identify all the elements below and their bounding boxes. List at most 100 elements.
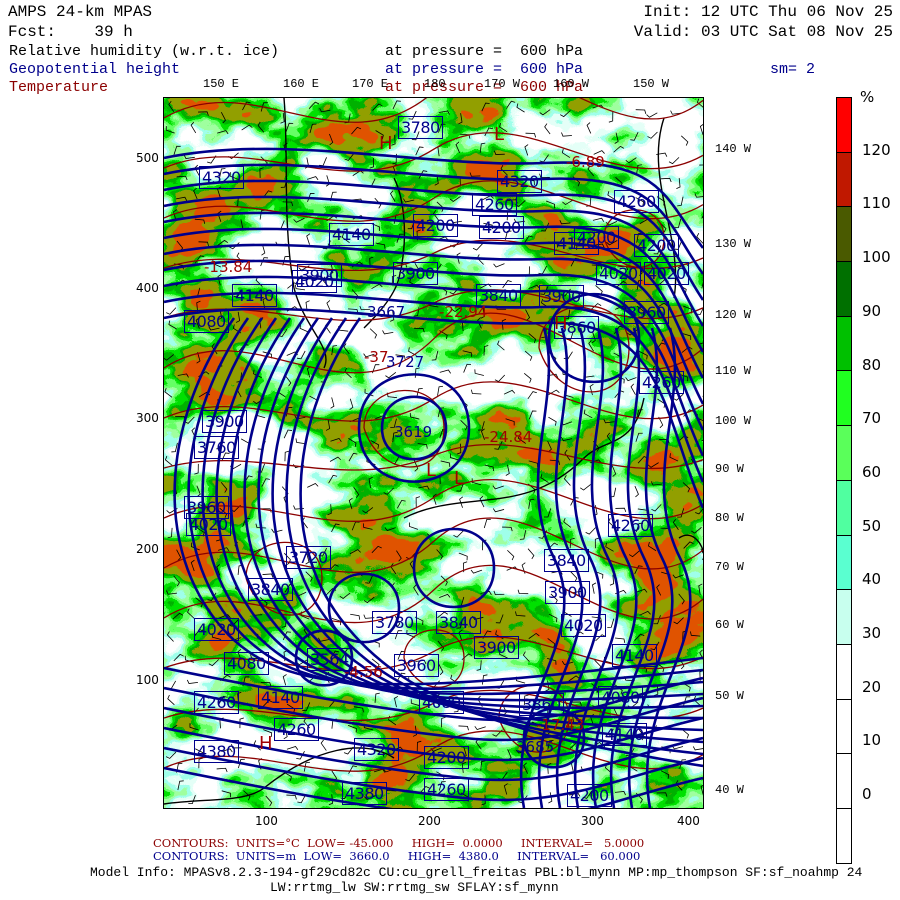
- height-contour-label: 3860: [519, 693, 564, 716]
- center-value-label: 3727: [386, 353, 425, 371]
- lon-label-right: 120 W: [715, 308, 752, 322]
- colorbar-swatch: [836, 425, 852, 480]
- center-value-label: 3685: [516, 738, 555, 756]
- height-contour-label: 4020: [561, 614, 606, 637]
- height-contour-label: 4320: [354, 738, 399, 761]
- weather-map: 4320 4320 4260 4260 4200 4140 4200 4140 4200 4020…: [163, 68, 715, 822]
- pressure-center-marker: H: [379, 133, 393, 154]
- smoothing-label: sm= 2: [770, 61, 816, 78]
- lon-label-right: 40 W: [715, 783, 744, 797]
- lon-label-top: 150 E: [203, 77, 240, 91]
- lon-label-top: 170 W: [484, 77, 521, 91]
- height-contour-label: 4380: [342, 782, 387, 805]
- height-contour-label: 4260: [472, 193, 517, 216]
- y-tick-label: 200: [136, 542, 159, 556]
- field-rh-name: Relative humidity (w.r.t. ice): [9, 43, 280, 60]
- height-contour-label: 4320: [497, 170, 542, 193]
- temperature-label: -6.89: [566, 153, 605, 171]
- x-tick-label: 100: [255, 814, 278, 828]
- colorbar-label: 70: [862, 409, 882, 428]
- height-contour-label: 3840: [436, 611, 481, 634]
- height-contour-label: 3900: [474, 636, 519, 659]
- lon-label-right: 110 W: [715, 364, 752, 378]
- colorbar-label: 0: [862, 785, 872, 804]
- lon-label-top: 150 W: [633, 77, 670, 91]
- colorbar-swatch: [836, 589, 852, 644]
- colorbar-label: 50: [862, 516, 882, 535]
- init-time: Init: 12 UTC Thu 06 Nov 25: [643, 3, 893, 21]
- y-tick-label: 400: [136, 281, 159, 295]
- height-contour-label: 4260: [608, 514, 653, 537]
- model-info-line2: LW:rrtmg_lw SW:rrtmg_sw SFLAY:sf_mynn: [270, 880, 559, 895]
- lon-label-top: 180: [424, 77, 446, 91]
- lon-label-right: 140 W: [715, 142, 752, 156]
- height-contour-label: 4380: [194, 740, 239, 763]
- temperature-label: -22.94: [439, 303, 488, 321]
- height-contour-label: 3760: [194, 436, 239, 459]
- colorbar-label: 120: [862, 140, 891, 159]
- height-contour-label: 4020: [186, 513, 231, 536]
- temperature-label: -17.43: [536, 716, 585, 734]
- height-contour-label: 4260: [194, 691, 239, 714]
- height-contour-label: 4140: [258, 686, 303, 709]
- height-contour-label: 4140: [612, 644, 657, 667]
- lon-label-top: 170 E: [352, 77, 389, 91]
- height-contour-label: 4200: [634, 234, 679, 257]
- lon-label-top: 160 E: [283, 77, 320, 91]
- height-contour-label: 4020: [644, 262, 689, 285]
- colorbar-swatch: [836, 753, 852, 808]
- temperature-contour-info: CONTOURS: UNITS=°C LOW= -45.000 HIGH= 0.…: [153, 836, 645, 850]
- colorbar-label: 40: [862, 570, 882, 589]
- colorbar-label: 90: [862, 301, 882, 320]
- height-contour-label: 3840: [248, 578, 293, 601]
- model-title: AMPS 24-km MPAS: [8, 3, 153, 21]
- height-contour-label: 3900: [393, 262, 438, 285]
- pressure-center-marker: H: [554, 313, 568, 334]
- field-height-name: Geopotential height: [9, 61, 181, 78]
- height-contour-label: 4080: [184, 310, 229, 333]
- y-tick-label: 500: [136, 151, 159, 165]
- colorbar-label: 60: [862, 462, 882, 481]
- height-contour-label: 4080: [419, 691, 464, 714]
- center-value-label: 3667: [367, 303, 406, 321]
- temperature-label: -37: [364, 348, 389, 366]
- colorbar-swatch: [836, 643, 852, 699]
- colorbar-label: 20: [862, 677, 882, 696]
- height-contour-label: 4200: [424, 746, 469, 769]
- height-contour-info: CONTOURS: UNITS=m LOW= 3660.0 HIGH= 4380…: [153, 849, 641, 863]
- height-contour-label: 4140: [329, 223, 374, 246]
- height-contour-label: 4020: [596, 262, 641, 285]
- lon-label-right: 100 W: [715, 414, 752, 428]
- height-contour-label: 3960: [394, 654, 439, 677]
- x-tick-label: 300: [581, 814, 604, 828]
- height-contour-label: 4020: [194, 618, 239, 641]
- height-contour-label: 4260: [614, 190, 659, 213]
- colorbar-label: 100: [862, 248, 891, 267]
- colorbar-swatch: [836, 698, 852, 754]
- field-rh-level: at pressure = 600 hPa: [385, 43, 584, 60]
- colorbar-label: 80: [862, 355, 882, 374]
- pressure-center-marker: L: [454, 468, 465, 489]
- x-tick-label: 200: [418, 814, 441, 828]
- lon-label-right: 90 W: [715, 462, 744, 476]
- lon-label-right: 80 W: [715, 511, 744, 525]
- colorbar-swatch: [836, 534, 852, 590]
- height-contour-label: 4140: [232, 284, 277, 307]
- colorbar-swatch: [836, 479, 852, 535]
- height-contour-label: 3840: [544, 549, 589, 572]
- lon-label-top: 160 W: [553, 77, 590, 91]
- height-contour-label: 4200: [567, 784, 612, 807]
- model-info-line1: Model Info: MPASv8.2.3-194-gf29cd82c CU:…: [90, 865, 863, 880]
- field-height-level: at pressure = 600 hPa: [385, 61, 584, 78]
- x-tick-label: 400: [677, 814, 700, 828]
- height-contour-label: 3960: [624, 301, 669, 324]
- y-tick-label: 300: [136, 411, 159, 425]
- height-contour-label: 3720: [286, 546, 331, 569]
- height-contour-label: 3780: [372, 611, 417, 634]
- height-contour-label: 4260: [424, 778, 469, 801]
- height-contour-label: 3900: [297, 264, 342, 287]
- height-contour-label: 4080: [224, 652, 269, 675]
- colorbar-swatch: [836, 97, 852, 152]
- colorbar-label: 110: [862, 194, 891, 213]
- lon-label-right: 50 W: [715, 689, 744, 703]
